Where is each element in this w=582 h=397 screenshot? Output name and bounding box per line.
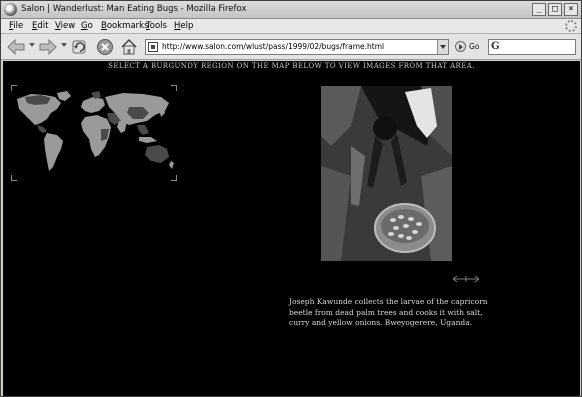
page-content: SELECT A BURGUNDY REGION ON THE MAP BELO… xyxy=(3,61,580,396)
menu-bookmarks[interactable]: Bookmarks xyxy=(101,21,149,31)
map-region-greenland[interactable] xyxy=(57,91,71,101)
reload-icon[interactable] xyxy=(71,38,89,56)
menu-go[interactable]: Go xyxy=(81,21,93,31)
search-box[interactable]: G xyxy=(488,39,576,55)
forward-icon[interactable] xyxy=(39,38,57,56)
go-arrow-icon xyxy=(455,41,466,52)
navigation-toolbar: http://www.salon.com/wlust/pass/1999/02/… xyxy=(1,34,581,60)
google-search-icon: G xyxy=(491,41,500,52)
close-button[interactable]: × xyxy=(564,3,578,16)
throbber-icon xyxy=(565,20,577,32)
menu-tools[interactable]: Tools xyxy=(146,21,167,31)
forward-history-dropdown[interactable] xyxy=(61,43,67,47)
photo-caption: Joseph Kawunde collects the larvae of th… xyxy=(289,297,488,327)
go-label: Go xyxy=(469,42,480,51)
url-history-dropdown[interactable] xyxy=(437,40,448,54)
map-region-southeast-asia[interactable] xyxy=(137,125,149,135)
map-region-india[interactable] xyxy=(117,121,127,133)
url-text[interactable]: http://www.salon.com/wlust/pass/1999/02/… xyxy=(162,42,384,51)
map-region-europe[interactable] xyxy=(81,97,105,113)
map-region-australia[interactable] xyxy=(145,145,169,163)
window-title: Salon | Wanderlust: Man Eating Bugs - Mo… xyxy=(21,4,247,14)
stop-icon[interactable] xyxy=(96,38,114,56)
site-favicon-icon xyxy=(148,42,158,52)
firefox-icon xyxy=(4,3,17,16)
back-history-dropdown[interactable] xyxy=(29,43,35,47)
map-region-new-zealand[interactable] xyxy=(169,161,174,169)
window-controls: _ □ × xyxy=(532,3,578,16)
address-bar[interactable]: http://www.salon.com/wlust/pass/1999/02/… xyxy=(145,39,449,55)
larvae-collector-photo xyxy=(321,86,452,261)
menu-file[interactable]: File xyxy=(9,21,23,31)
menu-edit[interactable]: Edit xyxy=(32,21,48,31)
navigation-arrows-icon[interactable] xyxy=(452,274,480,284)
maximize-button[interactable]: □ xyxy=(548,3,562,16)
menu-bar: File Edit View Go Bookmarks Tools Help xyxy=(1,19,581,34)
map-region-indonesia[interactable] xyxy=(139,137,157,143)
home-icon[interactable] xyxy=(120,38,138,56)
browser-window: Salon | Wanderlust: Man Eating Bugs - Mo… xyxy=(0,0,582,397)
minimize-button[interactable]: _ xyxy=(532,3,546,16)
back-icon[interactable] xyxy=(7,38,25,56)
menu-view[interactable]: View xyxy=(55,21,75,31)
menu-help[interactable]: Help xyxy=(174,21,193,31)
map-region-south-america[interactable] xyxy=(44,133,63,171)
title-bar: Salon | Wanderlust: Man Eating Bugs - Mo… xyxy=(1,1,581,19)
map-region-central-america[interactable] xyxy=(37,125,47,133)
map-instruction: SELECT A BURGUNDY REGION ON THE MAP BELO… xyxy=(108,62,475,70)
go-button[interactable]: Go xyxy=(455,40,489,54)
world-map[interactable] xyxy=(11,85,177,181)
